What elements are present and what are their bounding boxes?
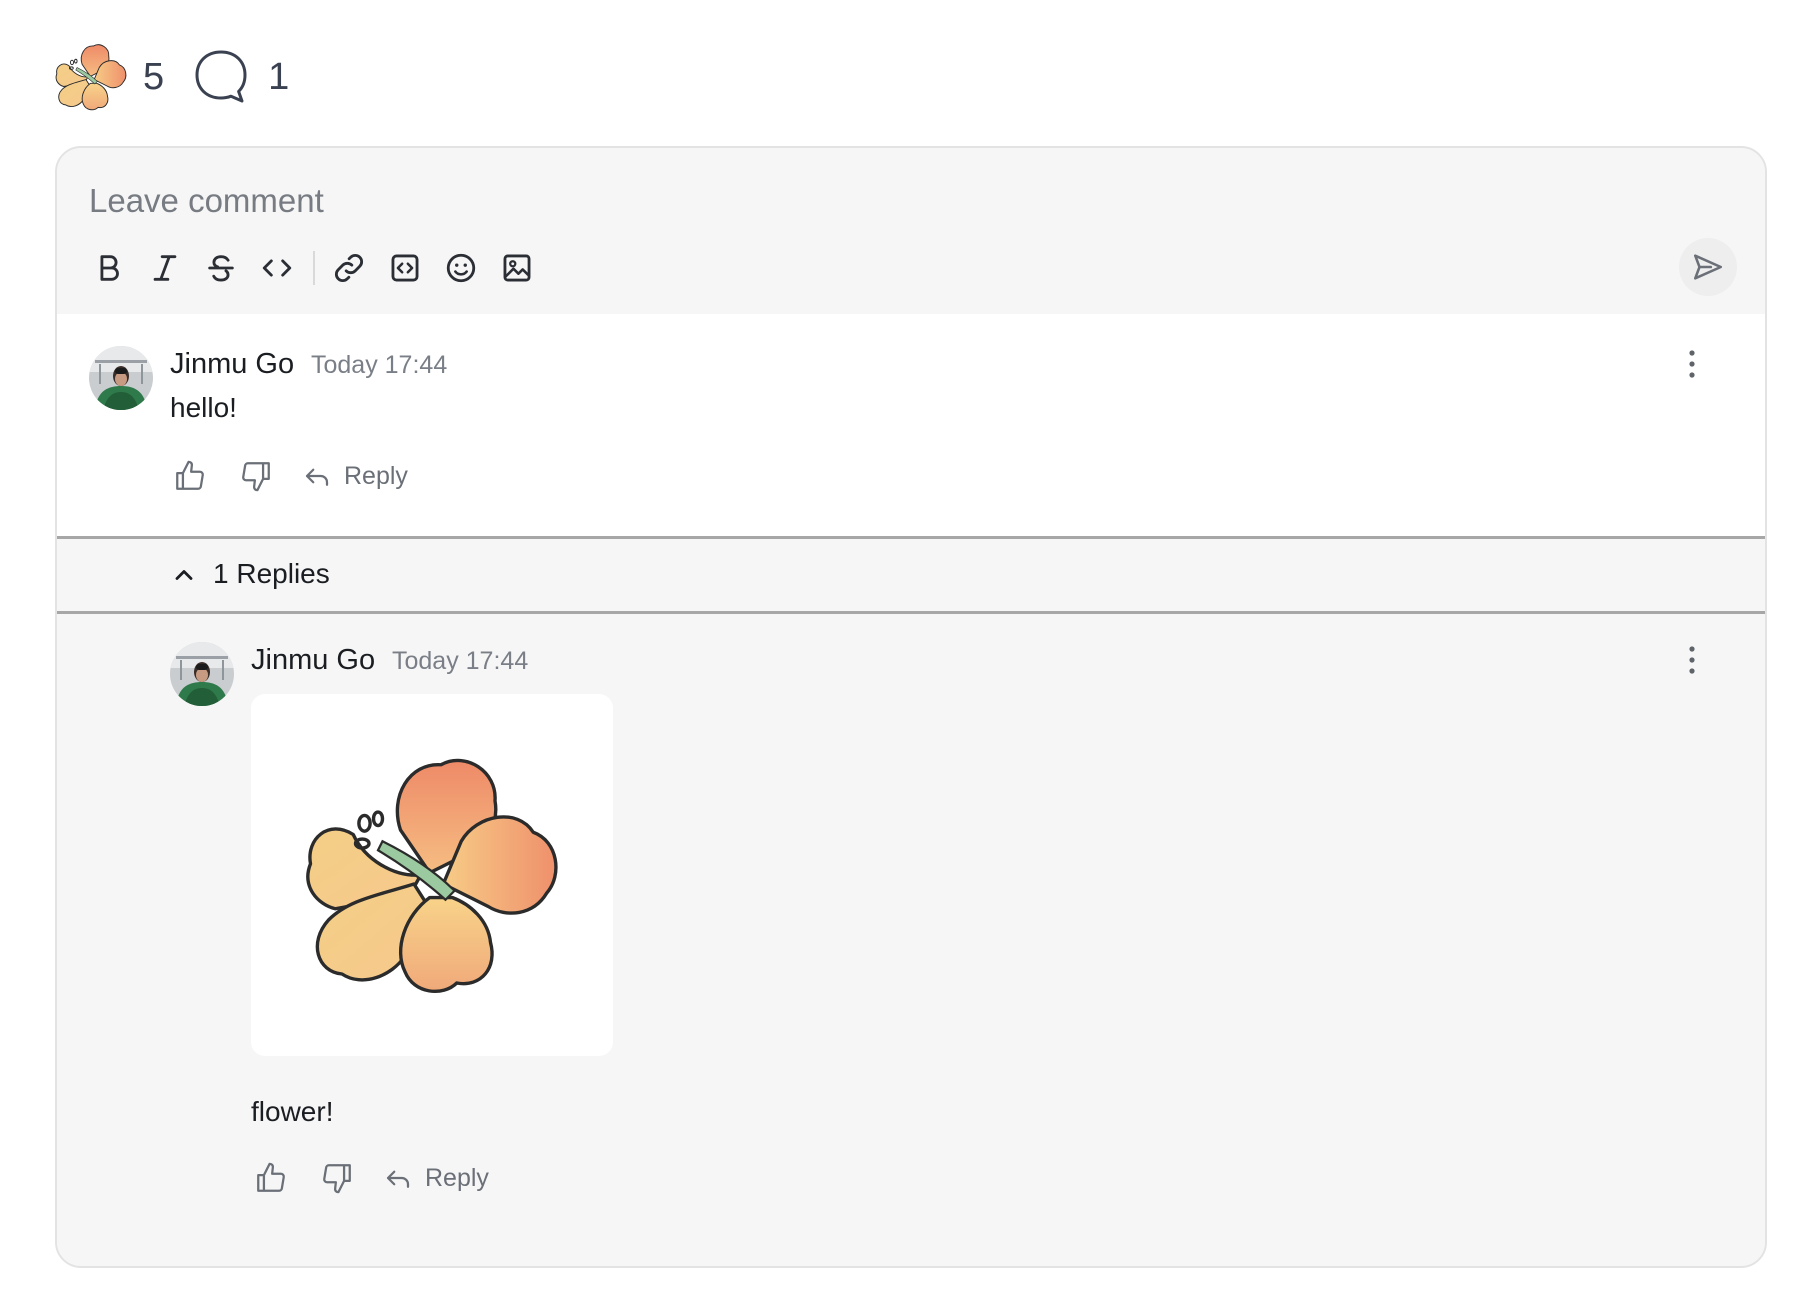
comment-editor xyxy=(57,148,1765,314)
strikethrough-icon xyxy=(208,255,234,282)
reply-arrow-icon xyxy=(383,1163,413,1193)
reply-button[interactable]: Reply xyxy=(383,1163,489,1193)
reply-timestamp: Today 17:44 xyxy=(392,647,529,675)
reply-item: Jinmu Go Today 17:44 flower! Reply xyxy=(57,614,1765,1264)
image-button[interactable] xyxy=(493,244,541,292)
thumbs-up-icon xyxy=(254,1161,288,1195)
italic-icon xyxy=(153,255,177,281)
send-icon xyxy=(1693,254,1723,280)
thumbs-down-icon xyxy=(239,459,273,493)
bold-icon xyxy=(100,255,119,281)
code-block-icon xyxy=(391,254,419,282)
italic-button[interactable] xyxy=(141,244,189,292)
replies-count-label: 1 Replies xyxy=(213,558,330,589)
like-button[interactable] xyxy=(170,456,210,496)
toolbar-divider xyxy=(313,251,315,285)
chevron-up-icon xyxy=(175,570,193,580)
link-button[interactable] xyxy=(325,244,373,292)
hibiscus-flower-image xyxy=(297,750,567,1000)
comments-card: Jinmu Go Today 17:44 hello! Reply 1 Repl… xyxy=(55,146,1767,1268)
code-icon xyxy=(262,259,292,277)
more-vertical-icon xyxy=(1687,645,1697,675)
replies-toggle[interactable]: 1 Replies xyxy=(57,536,1765,614)
emoji-icon xyxy=(446,253,476,283)
speech-bubble-icon[interactable] xyxy=(192,48,250,106)
user-avatar-image xyxy=(89,346,153,410)
hibiscus-reaction-icon[interactable] xyxy=(53,40,129,114)
emoji-button[interactable] xyxy=(437,244,485,292)
comment-more-button[interactable] xyxy=(1677,344,1707,384)
strikethrough-button[interactable] xyxy=(197,244,245,292)
reply-arrow-icon xyxy=(302,461,332,491)
comment-input[interactable] xyxy=(89,182,1289,220)
reaction-count: 5 xyxy=(143,55,165,98)
reply-label: Reply xyxy=(344,461,408,490)
reply-actions: Reply xyxy=(251,1158,489,1198)
thumbs-up-icon xyxy=(173,459,207,493)
reply-label: Reply xyxy=(425,1163,489,1192)
avatar[interactable] xyxy=(89,346,153,410)
comment-timestamp: Today 17:44 xyxy=(311,351,448,379)
image-icon xyxy=(503,254,531,282)
code-block-button[interactable] xyxy=(381,244,429,292)
dislike-button[interactable] xyxy=(317,1158,357,1198)
like-button[interactable] xyxy=(251,1158,291,1198)
reply-author[interactable]: Jinmu Go xyxy=(251,644,375,677)
reply-more-button[interactable] xyxy=(1677,640,1707,680)
comment-count: 1 xyxy=(268,55,290,98)
user-avatar-image xyxy=(170,642,234,706)
comment-text: hello! xyxy=(170,392,237,423)
comment-author[interactable]: Jinmu Go xyxy=(170,348,294,381)
dislike-button[interactable] xyxy=(236,456,276,496)
reply-text: flower! xyxy=(251,1096,334,1127)
more-vertical-icon xyxy=(1687,349,1697,379)
avatar[interactable] xyxy=(170,642,234,706)
bold-button[interactable] xyxy=(85,244,133,292)
thumbs-down-icon xyxy=(320,1161,354,1195)
comment-item: Jinmu Go Today 17:44 hello! Reply xyxy=(57,314,1765,536)
comment-actions: Reply xyxy=(170,456,408,496)
reply-button[interactable]: Reply xyxy=(302,461,408,491)
post-stats: 5 1 xyxy=(53,40,317,114)
send-button[interactable] xyxy=(1679,238,1737,296)
link-icon xyxy=(335,254,363,282)
reply-image[interactable] xyxy=(251,694,613,1056)
editor-toolbar xyxy=(85,244,549,292)
code-button[interactable] xyxy=(253,244,301,292)
